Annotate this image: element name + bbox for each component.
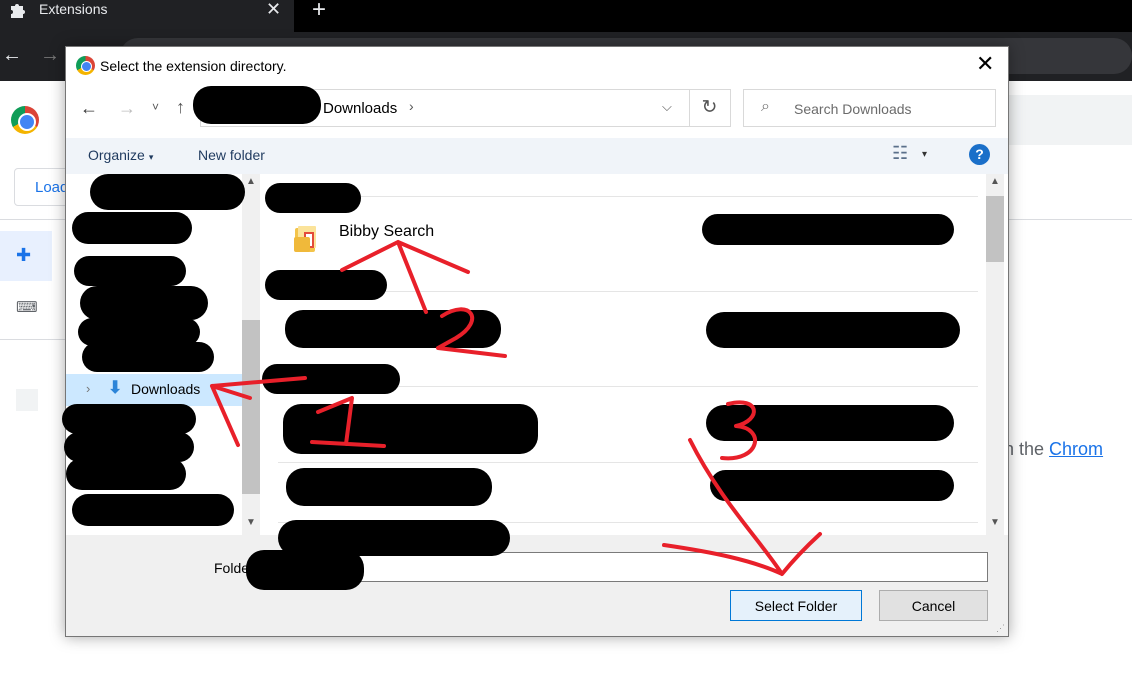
address-dropdown-icon[interactable]: ⌵ xyxy=(662,99,672,115)
redaction xyxy=(265,270,387,300)
forward-icon[interactable]: → xyxy=(40,44,60,67)
redaction xyxy=(286,468,492,506)
keyboard-icon[interactable]: ⌨ xyxy=(16,298,38,316)
screen: Extensions ✕ + ← → Load ✚ ⌨ s in the Chr… xyxy=(0,0,1132,688)
puzzle-icon xyxy=(11,4,25,18)
redaction xyxy=(193,86,321,124)
redaction xyxy=(710,470,954,501)
chrome-web-store-icon[interactable] xyxy=(16,389,38,411)
scroll-down-icon[interactable]: ▼ xyxy=(990,517,1000,528)
folder-field-label: Folde xyxy=(214,560,250,576)
up-arrow-icon[interactable]: ↑ xyxy=(176,97,185,118)
new-folder-button[interactable]: New folder xyxy=(198,147,265,163)
redaction xyxy=(72,494,234,526)
file-scrollbar[interactable]: ▲ ▼ xyxy=(986,174,1004,535)
redaction xyxy=(72,212,192,244)
nav-item-label: Downloads xyxy=(131,381,201,397)
redaction xyxy=(702,214,954,245)
nav-scroll-thumb[interactable] xyxy=(242,320,260,494)
redaction xyxy=(246,550,364,590)
sidebar-item-extensions[interactable]: ✚ xyxy=(0,231,52,281)
file-scroll-thumb[interactable] xyxy=(986,196,1004,262)
nav-item-downloads[interactable]: › ⬇ Downloads xyxy=(66,374,242,406)
search-input[interactable]: ⌕ Search Downloads xyxy=(743,89,996,127)
redaction xyxy=(706,405,954,441)
redaction xyxy=(74,256,186,286)
caret-down-icon: ▾ xyxy=(148,152,154,162)
page-header xyxy=(1008,95,1132,145)
chrome-logo-icon xyxy=(76,56,95,75)
view-options-caret-icon[interactable]: ▾ xyxy=(922,149,927,160)
browser-tab-strip: Extensions ✕ + xyxy=(0,0,1132,32)
help-icon[interactable]: ? xyxy=(969,144,990,165)
command-bar: Organize ▾ New folder ☷ ▾ ? xyxy=(66,138,1008,174)
back-arrow-icon[interactable]: ← xyxy=(80,98,98,119)
resize-grip-icon[interactable]: ⋰ xyxy=(996,623,1005,634)
organize-label: Organize xyxy=(88,147,145,163)
search-icon: ⌕ xyxy=(761,98,770,115)
cancel-button[interactable]: Cancel xyxy=(879,590,988,621)
divider xyxy=(0,339,66,340)
download-arrow-icon: ⬇ xyxy=(108,378,123,397)
folder-icon xyxy=(294,226,316,252)
breadcrumb-chevron-icon[interactable]: › xyxy=(409,98,414,114)
view-details-icon[interactable]: ☷ xyxy=(892,143,908,164)
chrome-logo-icon xyxy=(11,106,39,134)
back-icon[interactable]: ← xyxy=(2,44,22,67)
folder-name: Bibby Search xyxy=(339,223,435,240)
refresh-button[interactable]: ↻ xyxy=(689,89,731,127)
redaction xyxy=(62,404,196,434)
folder-name-field[interactable] xyxy=(264,552,988,582)
breadcrumb-downloads[interactable]: Downloads xyxy=(323,100,397,117)
redaction xyxy=(265,183,361,213)
redaction xyxy=(283,404,538,454)
redaction xyxy=(262,364,400,394)
select-folder-button[interactable]: Select Folder xyxy=(730,590,862,621)
puzzle-icon: ✚ xyxy=(16,245,32,265)
chrome-web-store-link[interactable]: Chrom xyxy=(1049,439,1103,459)
redaction xyxy=(80,286,208,320)
dialog-footer: Folde Select Folder Cancel ⋰ xyxy=(66,535,1008,636)
tab-extensions[interactable]: Extensions ✕ xyxy=(0,0,294,32)
redaction xyxy=(82,342,214,372)
redaction xyxy=(90,174,245,210)
redaction xyxy=(66,458,186,490)
row-divider xyxy=(278,462,978,463)
tab-close-icon[interactable]: ✕ xyxy=(266,0,281,20)
scroll-down-icon[interactable]: ▼ xyxy=(246,517,256,528)
scroll-up-icon[interactable]: ▲ xyxy=(246,176,256,187)
forward-arrow-icon[interactable]: → xyxy=(118,98,136,119)
recent-locations-icon[interactable]: ˅ xyxy=(152,100,159,114)
organize-menu[interactable]: Organize ▾ xyxy=(88,147,153,163)
scroll-up-icon[interactable]: ▲ xyxy=(990,176,1000,187)
dialog-title: Select the extension directory. xyxy=(100,58,287,74)
redaction xyxy=(285,310,501,348)
new-tab-button[interactable]: + xyxy=(312,0,326,24)
search-placeholder: Search Downloads xyxy=(794,101,912,117)
redaction xyxy=(706,312,960,348)
expand-chevron-icon[interactable]: › xyxy=(86,381,90,396)
close-icon[interactable]: ✕ xyxy=(976,53,994,75)
row-divider xyxy=(278,196,978,197)
nav-scrollbar[interactable]: ▲ ▼ xyxy=(242,174,260,535)
tab-title: Extensions xyxy=(39,1,108,17)
